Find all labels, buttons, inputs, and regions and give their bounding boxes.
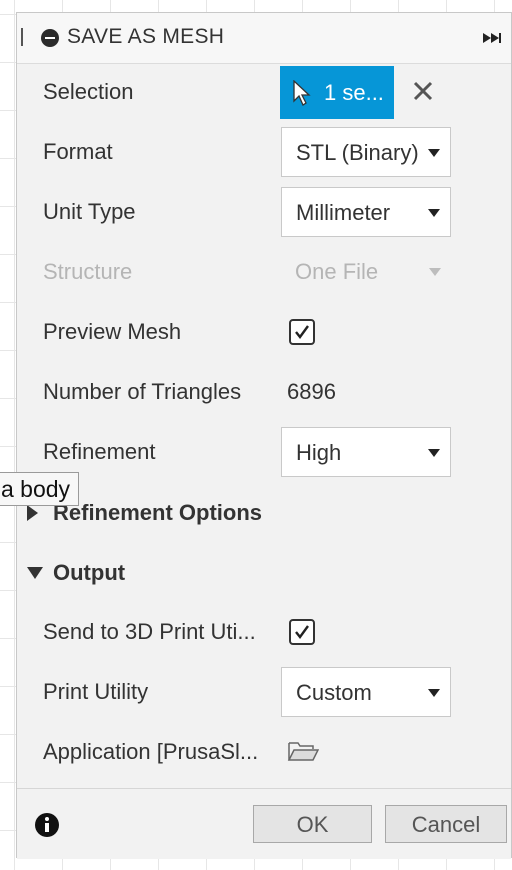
print-utility-label: Print Utility (43, 679, 149, 704)
format-row: Format STL (Binary) (17, 125, 511, 179)
dialog-footer: OK Cancel (17, 788, 511, 859)
structure-row: Structure One File (17, 245, 511, 299)
output-section[interactable]: Output (17, 553, 511, 593)
chevron-down-icon (428, 689, 440, 697)
format-label: Format (43, 139, 113, 164)
chevron-down-icon (428, 449, 440, 457)
structure-select: One File (281, 247, 451, 297)
drag-handle-icon[interactable] (21, 28, 23, 46)
cursor-arrow-icon (293, 80, 311, 106)
structure-label: Structure (43, 259, 133, 284)
preview-mesh-checkbox[interactable] (289, 319, 315, 345)
folder-open-icon[interactable] (287, 739, 319, 763)
ok-button[interactable]: OK (253, 805, 372, 843)
triangles-value: 6896 (287, 379, 336, 404)
format-select[interactable]: STL (Binary) (281, 127, 451, 177)
preview-mesh-row: Preview Mesh (17, 305, 511, 359)
send-to-print-row: Send to 3D Print Uti... (17, 605, 511, 659)
application-label: Application [PrusaSl... (43, 739, 259, 764)
chevron-down-icon (428, 149, 440, 157)
triangles-label: Number of Triangles (43, 379, 242, 404)
expand-triangle-icon[interactable] (27, 505, 38, 521)
dialog-title: SAVE AS MESH (67, 25, 225, 48)
checkmark-icon (295, 325, 309, 339)
selection-button[interactable]: 1 se... (280, 66, 394, 119)
chevron-down-icon (429, 268, 441, 276)
format-value: STL (Binary) (296, 140, 419, 165)
refinement-row: Refinement High (17, 425, 511, 479)
stop-icon[interactable] (41, 29, 59, 47)
fast-forward-icon[interactable] (483, 31, 503, 45)
save-as-mesh-dialog: SAVE AS MESH Selection 1 se... Format ST… (16, 12, 512, 859)
unit-type-value: Millimeter (296, 200, 391, 225)
refinement-options-section[interactable]: Refinement Options (17, 493, 511, 533)
collapse-triangle-icon[interactable] (27, 567, 43, 579)
chevron-down-icon (428, 209, 440, 217)
tooltip: a body (0, 472, 80, 506)
clear-selection-icon[interactable] (411, 79, 435, 103)
print-utility-value: Custom (296, 680, 372, 705)
send-to-print-label: Send to 3D Print Uti... (43, 619, 256, 644)
refinement-value: High (296, 440, 342, 465)
send-to-print-checkbox[interactable] (289, 619, 315, 645)
refinement-select[interactable]: High (281, 427, 451, 477)
structure-value: One File (295, 259, 379, 284)
application-row: Application [PrusaSl... (17, 725, 511, 779)
dialog-titlebar[interactable]: SAVE AS MESH (17, 13, 511, 64)
print-utility-row: Print Utility Custom (17, 665, 511, 719)
output-title: Output (53, 560, 126, 585)
cancel-button[interactable]: Cancel (385, 805, 507, 843)
refinement-label: Refinement (43, 439, 156, 464)
print-utility-select[interactable]: Custom (281, 667, 451, 717)
selection-count: 1 se... (324, 80, 384, 105)
selection-row: Selection 1 se... (17, 65, 511, 119)
unit-type-label: Unit Type (43, 199, 136, 224)
unit-type-select[interactable]: Millimeter (281, 187, 451, 237)
preview-mesh-label: Preview Mesh (43, 319, 182, 344)
refinement-options-title: Refinement Options (53, 500, 263, 525)
checkmark-icon (295, 625, 309, 639)
info-icon[interactable] (35, 813, 59, 837)
unit-type-row: Unit Type Millimeter (17, 185, 511, 239)
triangles-row: Number of Triangles 6896 (17, 365, 511, 419)
selection-label: Selection (43, 79, 134, 104)
